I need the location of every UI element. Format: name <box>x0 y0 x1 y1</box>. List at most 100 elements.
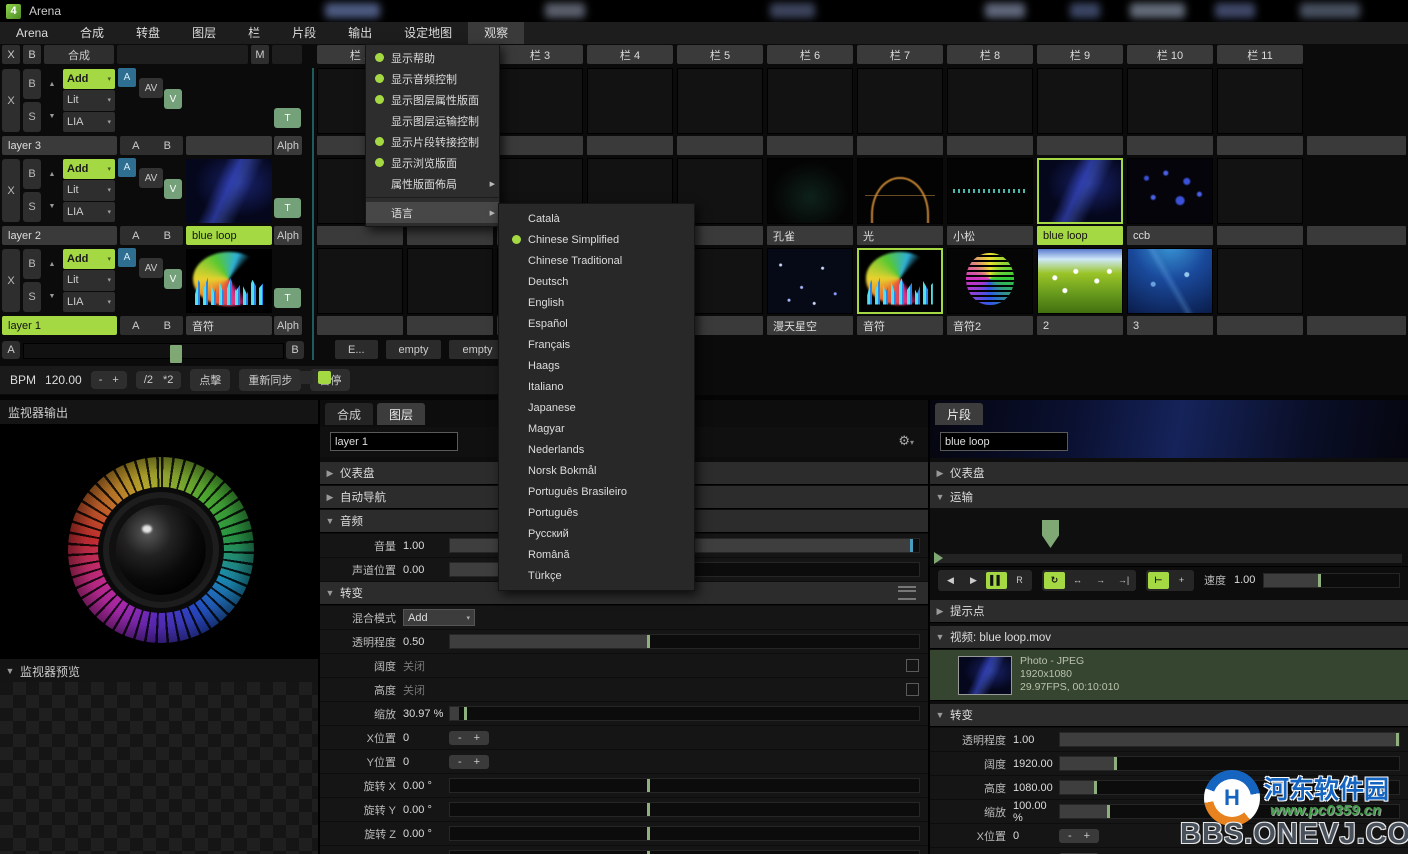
menubar-item-6[interactable]: 输出 <box>332 22 388 44</box>
menu-lines-icon[interactable] <box>898 586 916 600</box>
clip-cell[interactable] <box>857 248 943 314</box>
composition-x-button[interactable]: X <box>2 45 20 64</box>
language-menu-item-4[interactable]: English <box>499 292 694 313</box>
layer-up-arrow[interactable]: ▲ <box>49 81 56 88</box>
param-dropdown[interactable]: Add▾ <box>403 609 475 626</box>
layer-audio-button[interactable]: A <box>118 68 136 87</box>
language-menu-item-12[interactable]: Norsk Bokmål <box>499 460 694 481</box>
column-header-4[interactable]: 栏 4 <box>587 45 673 64</box>
bpm-half-button[interactable]: /2 <box>144 374 153 386</box>
param-checkbox[interactable] <box>906 659 919 672</box>
crossfader-handle[interactable] <box>170 345 182 363</box>
param-value[interactable]: 0.00 ° <box>403 780 449 792</box>
playhead-marker[interactable] <box>1042 520 1059 548</box>
play-once-button[interactable]: → <box>1090 572 1111 589</box>
layer-down-arrow[interactable]: ▼ <box>49 203 56 210</box>
clip-name-label[interactable]: 音符2 <box>947 316 1033 335</box>
language-menu-item-13[interactable]: Português Brasileiro <box>499 481 694 502</box>
column-header-7[interactable]: 栏 7 <box>857 45 943 64</box>
layer-up-arrow[interactable]: ▲ <box>49 261 56 268</box>
layer-video-button[interactable]: V <box>164 269 182 289</box>
clip-cell[interactable] <box>587 68 673 134</box>
clip-name-label[interactable] <box>407 226 493 245</box>
language-menu-item-9[interactable]: Japanese <box>499 397 694 418</box>
gear-icon[interactable]: ⚙▾ <box>898 433 914 449</box>
transport-timeline[interactable] <box>930 508 1408 567</box>
value-stepper[interactable]: -+ <box>449 755 489 769</box>
menubar-item-4[interactable]: 栏 <box>232 22 276 44</box>
clip-cell[interactable] <box>677 68 763 134</box>
layer-video-button[interactable]: V <box>164 89 182 109</box>
view-menu-item-5[interactable]: 显示浏览版面 <box>366 152 499 173</box>
play-backward-button[interactable]: ◀ <box>940 572 961 589</box>
view-menu-item-6[interactable]: 属性版面佈局▶ <box>366 173 499 194</box>
clip-cell[interactable] <box>1127 158 1213 224</box>
menubar-item-3[interactable]: 图层 <box>176 22 232 44</box>
layer-lia-dropdown[interactable]: LIA▾ <box>63 292 115 312</box>
menubar-item-5[interactable]: 片段 <box>276 22 332 44</box>
clip-cell[interactable] <box>1037 158 1123 224</box>
play-once-hold-button[interactable]: →| <box>1113 572 1134 589</box>
param-slider[interactable] <box>449 706 920 721</box>
layer-x-button[interactable]: X <box>2 249 20 312</box>
layer-video-button[interactable]: V <box>164 179 182 199</box>
layer-transition-button[interactable]: T <box>274 288 301 308</box>
clip-cell[interactable] <box>767 68 853 134</box>
param-value[interactable]: 关闭 <box>403 658 449 674</box>
layer-alpha-cell[interactable]: Alph <box>274 226 302 245</box>
param-slider[interactable] <box>1059 780 1400 795</box>
crossfade-b-assign[interactable]: B <box>164 140 171 152</box>
menubar-item-0[interactable]: Arena <box>0 22 64 44</box>
menubar-item-7[interactable]: 设定地图 <box>388 22 468 44</box>
language-menu-item-16[interactable]: Română <box>499 544 694 565</box>
param-value[interactable]: 0.00 ° <box>403 804 449 816</box>
param-slider[interactable] <box>449 778 920 793</box>
column-header-9[interactable]: 栏 9 <box>1037 45 1123 64</box>
clip-name-label[interactable]: 小松 <box>947 226 1033 245</box>
layer-alpha-cell[interactable]: Alph <box>274 136 302 155</box>
view-menu-item-0[interactable]: 显示帮助 <box>366 47 499 68</box>
param-value[interactable]: 1920.00 <box>1013 758 1059 770</box>
layer-solo-button[interactable]: S <box>23 102 41 132</box>
param-value[interactable]: 30.97 % <box>403 708 449 720</box>
crossfade-a-assign[interactable]: A <box>132 140 139 152</box>
bpm-tap-button[interactable]: 点擊 <box>190 369 230 391</box>
random-button[interactable]: R <box>1009 572 1030 589</box>
composition-bypass-button[interactable]: B <box>23 45 41 64</box>
layer-lit-dropdown[interactable]: Lit▾ <box>63 270 115 290</box>
clip-name-label[interactable] <box>677 136 763 155</box>
language-menu-item-14[interactable]: Português <box>499 502 694 523</box>
crossfade-b-assign[interactable]: B <box>164 230 171 242</box>
section-video[interactable]: ▼ 视频: blue loop.mov <box>930 626 1408 649</box>
param-value[interactable]: 100.00 % <box>1013 800 1059 824</box>
crossfade-a-assign[interactable]: A <box>132 230 139 242</box>
loop-mode-button[interactable]: ↻ <box>1044 572 1065 589</box>
timeline-track[interactable] <box>934 554 1402 563</box>
language-menu-item-8[interactable]: Italiano <box>499 376 694 397</box>
stepper-plus-button[interactable]: + <box>474 732 480 744</box>
param-value[interactable]: 0 <box>403 732 449 744</box>
column-header-3[interactable]: 栏 3 <box>497 45 583 64</box>
layer-active-clip-name[interactable] <box>186 136 272 155</box>
layer-active-clip-name[interactable]: blue loop <box>186 226 272 245</box>
value-stepper[interactable]: -+ <box>1059 829 1099 843</box>
param-slider[interactable] <box>449 850 920 854</box>
clip-cell[interactable] <box>857 68 943 134</box>
layer-av-button[interactable]: AV <box>139 168 163 188</box>
crossfade-a-assign[interactable]: A <box>132 320 139 332</box>
view-menu-item-2[interactable]: 显示图层属性版面 <box>366 89 499 110</box>
language-menu-item-11[interactable]: Nederlands <box>499 439 694 460</box>
clip-name-label[interactable]: 光 <box>857 226 943 245</box>
param-value[interactable]: 0 <box>403 756 449 768</box>
clip-cell[interactable] <box>767 158 853 224</box>
bpm-minus-button[interactable]: - <box>99 374 103 386</box>
param-value[interactable]: 0.00 ° <box>403 828 449 840</box>
stepper-minus-button[interactable]: - <box>458 756 462 768</box>
layer-bypass-button[interactable]: B <box>23 249 41 279</box>
param-value[interactable]: 关闭 <box>403 682 449 698</box>
play-forward-button[interactable]: ▶ <box>963 572 984 589</box>
layer-bypass-button[interactable]: B <box>23 69 41 99</box>
language-menu-item-17[interactable]: Türkçe <box>499 565 694 586</box>
crossfade-b-assign[interactable]: B <box>164 320 171 332</box>
clip-name-label[interactable] <box>1217 316 1303 335</box>
